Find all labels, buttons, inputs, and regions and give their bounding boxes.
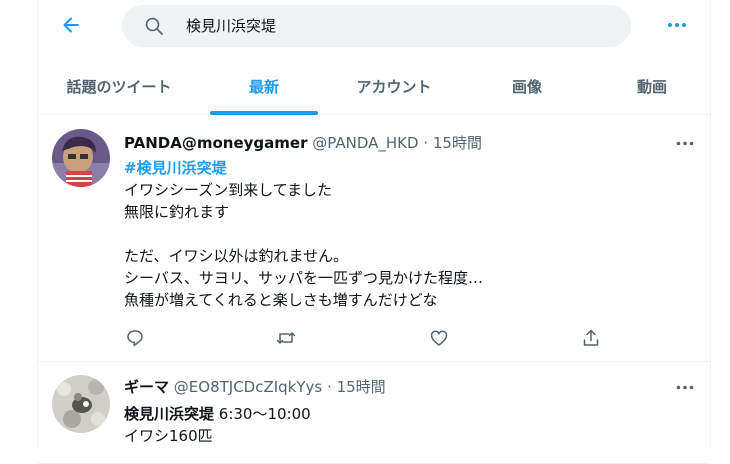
reply-button[interactable] bbox=[124, 327, 146, 349]
avatar-image bbox=[52, 129, 110, 187]
tab-label: アカウント bbox=[356, 77, 432, 96]
avatar[interactable] bbox=[52, 375, 110, 433]
more-icon bbox=[676, 385, 694, 389]
retweet-icon bbox=[276, 332, 296, 344]
tweet-actions bbox=[124, 327, 604, 349]
heart-icon bbox=[430, 330, 448, 346]
arrow-left-icon bbox=[63, 17, 79, 33]
tweet-header: ギーマ @EO8TJCDcZIqkYys · 15時間 bbox=[124, 377, 386, 397]
tab-label: 画像 bbox=[511, 77, 542, 96]
author-handle[interactable]: @PANDA_HKD bbox=[312, 134, 418, 152]
tweet-text-rest: 6:30〜10:00 bbox=[214, 405, 311, 423]
separator: · bbox=[423, 134, 429, 152]
tweet-line: 無限に釣れます bbox=[124, 203, 230, 221]
more-icon bbox=[676, 141, 694, 145]
more-options-button[interactable] bbox=[660, 10, 694, 40]
tweet-more-button[interactable] bbox=[672, 377, 698, 397]
avatar[interactable] bbox=[52, 129, 110, 187]
tab-images[interactable]: 画像 bbox=[460, 58, 594, 114]
search-box[interactable]: 検見川浜突堤 bbox=[122, 5, 631, 47]
back-button[interactable] bbox=[52, 8, 90, 42]
author-name[interactable]: ギーマ bbox=[124, 378, 169, 396]
tab-label: 動画 bbox=[636, 77, 667, 96]
reply-icon bbox=[127, 330, 143, 347]
tweet-line: イワシシーズン到来してました bbox=[124, 181, 333, 199]
tab-label: 話題のツイート bbox=[66, 77, 172, 96]
tweet-line: イワシ160匹 bbox=[124, 427, 213, 445]
search-icon bbox=[145, 17, 163, 35]
tab-label: 最新 bbox=[248, 77, 279, 96]
timestamp[interactable]: 15時間 bbox=[337, 378, 386, 396]
tweet[interactable]: PANDA@moneygamer @PANDA_HKD · 15時間 #検見川浜… bbox=[38, 119, 710, 362]
more-icon bbox=[668, 23, 686, 27]
active-tab-indicator bbox=[210, 111, 318, 115]
tweet-text: 検見川浜突堤 6:30〜10:00 イワシ160匹 bbox=[124, 403, 311, 447]
column-border-right bbox=[710, 0, 711, 449]
search-tabs: 話題のツイート 最新 アカウント 画像 動画 bbox=[38, 58, 710, 115]
tab-accounts[interactable]: アカウント bbox=[328, 58, 460, 114]
search-input[interactable]: 検見川浜突堤 bbox=[186, 16, 276, 36]
share-button[interactable] bbox=[580, 327, 602, 349]
hashtag-link[interactable]: #検見川浜突堤 bbox=[124, 157, 483, 179]
tab-latest[interactable]: 最新 bbox=[200, 58, 328, 115]
author-handle[interactable]: @EO8TJCDcZIqkYys bbox=[174, 378, 322, 396]
tweet-more-button[interactable] bbox=[672, 133, 698, 153]
retweet-button[interactable] bbox=[275, 327, 297, 349]
separator: · bbox=[327, 378, 332, 396]
tweet-line: 魚種が増えてくれると楽しさも増すんだけどな bbox=[124, 291, 438, 309]
tweet-header: PANDA@moneygamer @PANDA_HKD · 15時間 bbox=[124, 133, 482, 153]
share-icon bbox=[583, 329, 599, 346]
like-button[interactable] bbox=[428, 327, 450, 349]
avatar-image bbox=[52, 375, 110, 433]
tweet-line: シーバス、サヨリ、サッパを一匹ずつ見かけた程度… bbox=[124, 269, 483, 287]
bold-text: 検見川浜突堤 bbox=[124, 405, 215, 423]
timestamp[interactable]: 15時間 bbox=[433, 134, 482, 152]
author-name[interactable]: PANDA@moneygamer bbox=[124, 134, 307, 152]
tab-top[interactable]: 話題のツイート bbox=[38, 58, 200, 114]
tab-videos[interactable]: 動画 bbox=[594, 58, 710, 114]
tweet-line: ただ、イワシ以外は釣れません。 bbox=[124, 247, 349, 265]
tweet-text: #検見川浜突堤 イワシシーズン到来してました 無限に釣れます ただ、イワシ以外は… bbox=[124, 157, 483, 311]
tweet-line: 検見川浜突堤 6:30〜10:00 bbox=[124, 403, 311, 425]
